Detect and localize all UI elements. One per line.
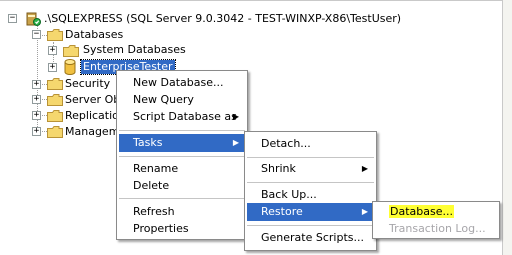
menu-item-restore-database[interactable]: Database... bbox=[375, 203, 497, 221]
menu-item-label: Rename bbox=[133, 162, 179, 175]
folder-icon bbox=[47, 126, 63, 138]
menu-item-label: Delete bbox=[133, 179, 170, 192]
tasks-submenu: Detach... Shrink ▶ Back Up... Restore ▶ Ge… bbox=[244, 131, 377, 251]
server-icon bbox=[25, 11, 41, 27]
menu-item-label: New Database... bbox=[133, 76, 224, 89]
menu-item-label: Refresh bbox=[133, 205, 175, 218]
menu-item-new-database[interactable]: New Database... bbox=[119, 74, 245, 92]
menu-item-label: Script Database as bbox=[133, 110, 237, 123]
menu-item-transaction-log: Transaction Log... bbox=[375, 220, 497, 238]
menu-separator bbox=[119, 130, 245, 131]
menu-item-script-database-as[interactable]: Script Database as ▶ bbox=[119, 108, 245, 126]
menu-separator bbox=[119, 198, 245, 199]
submenu-arrow-icon: ▶ bbox=[361, 207, 368, 216]
database-context-menu: New Database... New Query Script Databas… bbox=[116, 70, 248, 240]
menu-item-new-query[interactable]: New Query bbox=[119, 91, 245, 109]
tree-top-border bbox=[0, 0, 512, 1]
menu-item-properties[interactable]: Properties bbox=[119, 220, 245, 238]
databases-node-label[interactable]: Databases bbox=[65, 28, 123, 42]
menu-item-rename[interactable]: Rename bbox=[119, 160, 245, 178]
submenu-arrow-icon: ▶ bbox=[232, 138, 239, 147]
folder-icon bbox=[47, 110, 63, 122]
menu-item-label: Transaction Log... bbox=[389, 222, 486, 235]
server-objects-node-label[interactable]: Server Ob bbox=[65, 93, 120, 107]
menu-separator bbox=[247, 225, 374, 226]
menu-separator bbox=[247, 157, 374, 158]
expand-icon[interactable]: + bbox=[48, 63, 57, 72]
submenu-arrow-icon: ▶ bbox=[361, 164, 368, 173]
menu-item-restore[interactable]: Restore ▶ bbox=[247, 203, 374, 221]
expand-icon[interactable]: + bbox=[32, 80, 41, 89]
menu-item-back-up[interactable]: Back Up... bbox=[247, 186, 374, 204]
expand-icon[interactable]: + bbox=[32, 95, 41, 104]
database-icon bbox=[64, 59, 76, 75]
collapse-icon[interactable]: − bbox=[32, 30, 41, 39]
folder-icon bbox=[47, 29, 63, 41]
system-databases-node-label[interactable]: System Databases bbox=[83, 43, 186, 57]
menu-item-delete[interactable]: Delete bbox=[119, 177, 245, 195]
expand-icon[interactable]: + bbox=[48, 46, 57, 55]
menu-item-label: Detach... bbox=[261, 137, 311, 150]
folder-icon bbox=[63, 45, 79, 57]
menu-item-tasks[interactable]: Tasks ▶ bbox=[119, 134, 245, 152]
server-node-label[interactable]: .\SQLEXPRESS (SQL Server 9.0.3042 - TEST… bbox=[44, 12, 401, 26]
menu-item-label: Shrink bbox=[261, 162, 296, 175]
menu-item-detach[interactable]: Detach... bbox=[247, 135, 374, 153]
menu-item-label: New Query bbox=[133, 93, 194, 106]
menu-item-label: Tasks bbox=[133, 136, 163, 149]
folder-icon bbox=[47, 78, 63, 90]
menu-item-refresh[interactable]: Refresh bbox=[119, 203, 245, 221]
menu-separator bbox=[247, 182, 374, 183]
menu-item-shrink[interactable]: Shrink ▶ bbox=[247, 160, 374, 178]
folder-icon bbox=[47, 94, 63, 106]
expand-icon[interactable]: + bbox=[32, 127, 41, 136]
collapse-icon[interactable]: − bbox=[8, 14, 17, 23]
vertical-scrollbar[interactable] bbox=[502, 0, 512, 255]
security-node-label[interactable]: Security bbox=[65, 77, 110, 91]
menu-item-label: Generate Scripts... bbox=[261, 231, 364, 244]
menu-item-label: Database... bbox=[389, 205, 454, 218]
menu-item-label: Restore bbox=[261, 205, 303, 218]
menu-item-label: Properties bbox=[133, 222, 189, 235]
menu-item-label: Back Up... bbox=[261, 188, 317, 201]
menu-item-generate-scripts[interactable]: Generate Scripts... bbox=[247, 229, 374, 247]
restore-submenu: Database... Transaction Log... bbox=[372, 201, 500, 239]
submenu-arrow-icon: ▶ bbox=[232, 112, 239, 121]
menu-separator bbox=[119, 156, 245, 157]
expand-icon[interactable]: + bbox=[32, 111, 41, 120]
